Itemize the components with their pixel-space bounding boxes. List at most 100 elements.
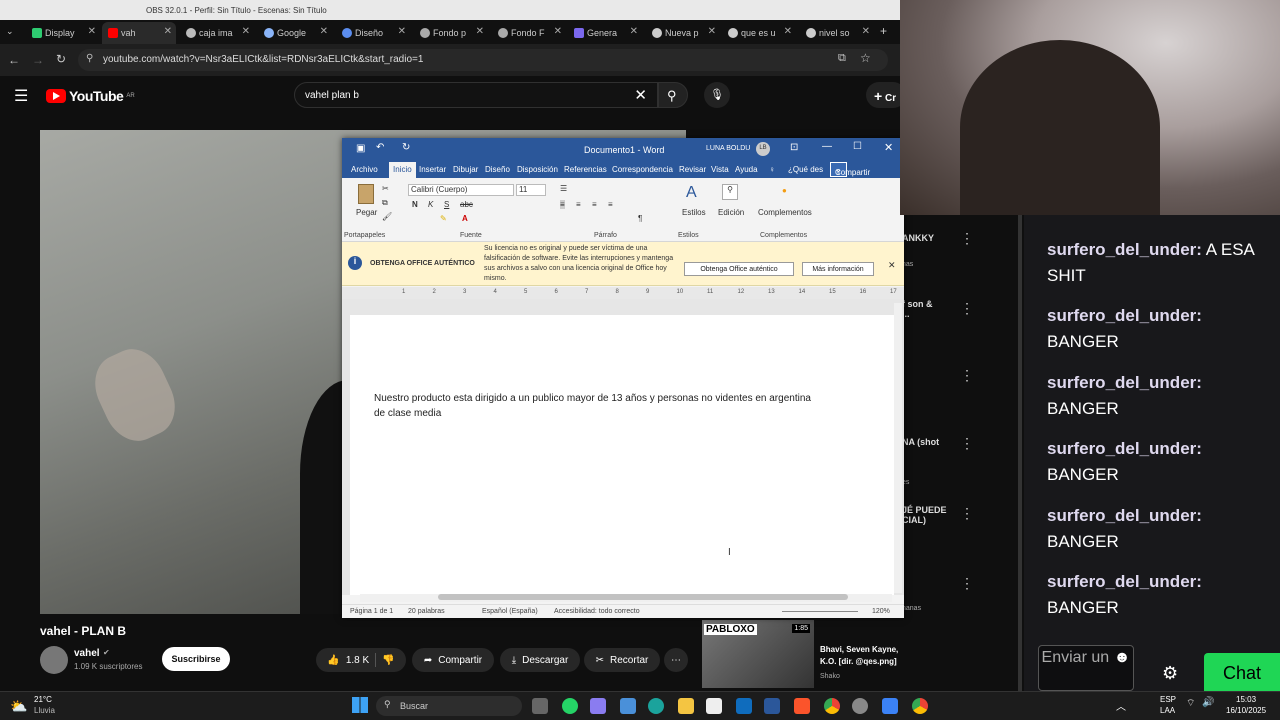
- chat-button[interactable]: Chat: [1204, 653, 1280, 691]
- document-text[interactable]: Nuestro producto esta dirigido a un publ…: [374, 391, 814, 421]
- close-tab-icon[interactable]: ✕: [554, 26, 562, 37]
- styles-button[interactable]: Estilos: [682, 208, 706, 217]
- close-tab-icon[interactable]: ✕: [784, 26, 792, 37]
- side-item[interactable]: JÉ PUEDE CIAL): [902, 505, 952, 525]
- chat-settings-icon[interactable]: ⚙: [1162, 663, 1178, 684]
- tab-diseno[interactable]: Diseño ✕: [336, 22, 410, 44]
- download-button[interactable]: ⤓ Descargar: [500, 648, 580, 672]
- clock-time[interactable]: 15:03: [1236, 695, 1256, 704]
- page-count[interactable]: Página 1 de 1: [350, 608, 393, 615]
- user-avatar[interactable]: LB: [756, 142, 770, 156]
- zoom-level[interactable]: 120%: [872, 608, 890, 615]
- justify-icon[interactable]: ≡: [608, 200, 613, 209]
- wifi-icon[interactable]: ⌔: [1186, 697, 1195, 710]
- tray-chevron-icon[interactable]: ︿: [1116, 698, 1126, 713]
- italic-button[interactable]: K: [428, 200, 433, 209]
- task-view-icon[interactable]: [532, 698, 548, 714]
- tab-diseno[interactable]: Diseño: [485, 165, 510, 174]
- like-button[interactable]: 👍 1.8 K 👎: [316, 648, 406, 672]
- get-office-button[interactable]: Obtenga Office auténtico: [684, 262, 794, 276]
- new-tab-icon[interactable]: +: [880, 24, 887, 38]
- font-color-button[interactable]: A: [462, 214, 468, 223]
- styles-icon[interactable]: A: [686, 184, 697, 202]
- bullets-icon[interactable]: ☰: [560, 184, 567, 193]
- chrome-icon[interactable]: [824, 698, 840, 714]
- thumbs-down-icon[interactable]: 👎: [382, 655, 394, 666]
- reload-icon[interactable]: ↻: [56, 52, 66, 66]
- forward-icon[interactable]: →: [32, 53, 44, 67]
- addins-icon[interactable]: ●: [782, 186, 787, 195]
- accessibility[interactable]: Accesibilidad: todo correcto: [554, 608, 640, 615]
- more-icon[interactable]: ⋮: [960, 230, 974, 247]
- paste-button[interactable]: Pegar: [356, 208, 377, 217]
- side-item[interactable]: NA (shot: [902, 437, 939, 447]
- font-name-select[interactable]: Calibri (Cuerpo): [408, 184, 514, 196]
- close-tab-icon[interactable]: ✕: [88, 26, 96, 37]
- close-tab-icon[interactable]: ✕: [630, 26, 638, 37]
- tab-referencias[interactable]: Referencias: [564, 165, 607, 174]
- tab-google[interactable]: Google ✕: [258, 22, 332, 44]
- tab-correspondencia[interactable]: Correspondencia: [612, 165, 673, 174]
- youtube-logo[interactable]: YouTube AR: [46, 88, 135, 104]
- close-warning-icon[interactable]: ✕: [888, 260, 896, 271]
- search-input[interactable]: vahel plan b: [305, 90, 359, 101]
- pilcrow-icon[interactable]: ¶: [638, 214, 642, 223]
- zoom-slider[interactable]: [782, 611, 858, 612]
- more-icon[interactable]: ⋮: [960, 575, 974, 592]
- cut-icon[interactable]: ✂: [382, 184, 389, 193]
- chrome-icon[interactable]: [912, 698, 928, 714]
- copy-icon[interactable]: ⧉: [382, 198, 388, 208]
- brave-icon[interactable]: [794, 698, 810, 714]
- clock-date[interactable]: 16/10/2025: [1226, 706, 1266, 715]
- paste-icon[interactable]: [358, 184, 374, 204]
- tab-ayuda[interactable]: Ayuda: [735, 165, 758, 174]
- edit-icon[interactable]: ⚲: [722, 184, 738, 200]
- weather-icon[interactable]: ⛅: [10, 698, 27, 715]
- share-button[interactable]: ⇪ Compartir ⌄: [830, 162, 870, 177]
- ruler[interactable]: 1 2 3 4 5 6 7 8 9 10 11 12 13 14 15 16 17: [342, 287, 904, 299]
- word-count[interactable]: 20 palabras: [408, 608, 445, 615]
- close-tab-icon[interactable]: ✕: [476, 26, 484, 37]
- search-box[interactable]: vahel plan b ✕: [294, 82, 658, 108]
- volume-icon[interactable]: 🔊: [1202, 697, 1214, 708]
- chat-scrollbar[interactable]: [1018, 215, 1022, 691]
- side-item[interactable]: ANKKY: [902, 233, 934, 243]
- edge-icon[interactable]: [648, 698, 664, 714]
- tab-display[interactable]: Display ✕: [26, 22, 100, 44]
- tell-me-input[interactable]: ¿Qué des: [788, 165, 823, 174]
- close-tab-icon[interactable]: ✕: [708, 26, 716, 37]
- close-tab-icon[interactable]: ✕: [164, 26, 172, 37]
- tab-nivel[interactable]: nivel so ✕: [800, 22, 874, 44]
- tab-fondo-1[interactable]: Fondo p ✕: [414, 22, 488, 44]
- store-icon[interactable]: [706, 698, 722, 714]
- copilot-icon[interactable]: [590, 698, 606, 714]
- search-button[interactable]: ⚲: [658, 82, 688, 108]
- taskbar-search[interactable]: ⚲ Buscar: [376, 696, 522, 716]
- close-tab-icon[interactable]: ✕: [862, 26, 870, 37]
- document-page[interactable]: Nuestro producto esta dirigido a un publ…: [350, 315, 894, 595]
- install-icon[interactable]: ⧉: [838, 52, 846, 65]
- scroll-thumb[interactable]: [438, 594, 848, 600]
- close-tab-icon[interactable]: ✕: [242, 26, 250, 37]
- folder-icon[interactable]: [678, 698, 694, 714]
- tab-youtube[interactable]: vah ✕: [102, 22, 176, 44]
- settings-icon[interactable]: [852, 698, 868, 714]
- more-icon[interactable]: ⋮: [960, 505, 974, 522]
- vertical-scrollbar[interactable]: [894, 303, 902, 593]
- site-info-icon[interactable]: ⚲: [86, 53, 93, 64]
- tab-vista[interactable]: Vista: [711, 165, 729, 174]
- more-icon[interactable]: ⋮: [960, 300, 974, 317]
- tab-archivo[interactable]: Archivo: [351, 165, 378, 174]
- menu-icon[interactable]: ☰: [14, 86, 28, 106]
- user-name[interactable]: LUNA BOLDU: [706, 145, 750, 152]
- start-icon[interactable]: [352, 697, 368, 713]
- tab-fondo-2[interactable]: Fondo F ✕: [492, 22, 566, 44]
- tray-lang[interactable]: ESP: [1160, 695, 1176, 704]
- edit-button[interactable]: Edición: [718, 208, 744, 217]
- close-icon[interactable]: ✕: [884, 141, 893, 154]
- bold-button[interactable]: N: [412, 200, 418, 209]
- tab-insertar[interactable]: Insertar: [419, 165, 446, 174]
- tab-que-es[interactable]: que es u ✕: [722, 22, 796, 44]
- more-icon[interactable]: ⋮: [960, 435, 974, 452]
- word-icon[interactable]: [764, 698, 780, 714]
